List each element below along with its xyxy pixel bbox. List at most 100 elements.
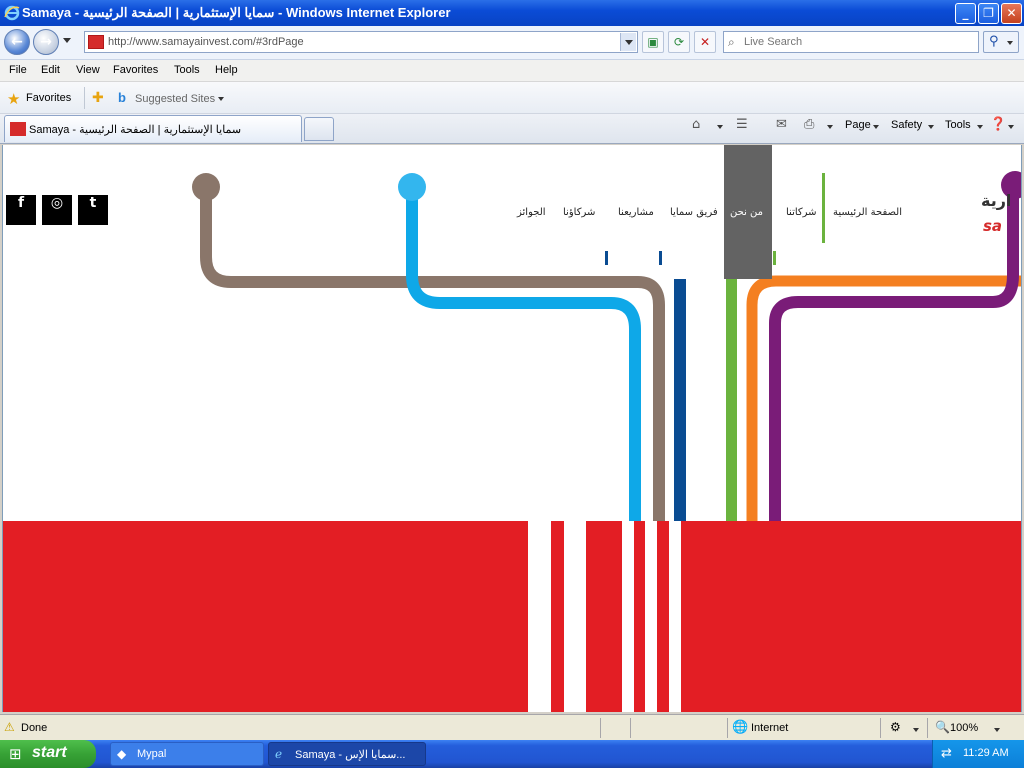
minimize-button[interactable]: _ (955, 3, 976, 24)
white-stripe (572, 521, 586, 712)
favorites-button[interactable]: Favorites (26, 92, 71, 104)
tools-dropdown-icon[interactable] (977, 125, 983, 129)
brown-line (200, 187, 665, 521)
taskbar-item-samaya[interactable]: ℯ Samaya - سمايا الإس... (268, 742, 426, 766)
white-stripe (669, 521, 681, 712)
forward-arrow-icon: → (40, 34, 52, 50)
favorites-star-icon[interactable]: ★ (7, 90, 20, 108)
security-zone[interactable]: Internet (751, 722, 788, 734)
print-icon[interactable]: ⎙ (804, 117, 814, 132)
twitter-icon[interactable]: t (78, 195, 108, 225)
status-divider (600, 718, 601, 738)
help-icon[interactable]: ❓ (990, 117, 1006, 132)
tools-menu-button[interactable]: Tools (945, 119, 971, 131)
protected-mode-dropdown-icon[interactable] (913, 728, 919, 732)
nav-about-us[interactable]: من نحن (730, 207, 763, 218)
taskbar-item-mypal[interactable]: ◆ Mypal (110, 742, 264, 766)
dark-blue-tick (605, 251, 608, 265)
zoom-level[interactable]: 100% (950, 722, 978, 734)
light-blue-line-station (398, 173, 426, 201)
green-tick (773, 251, 776, 265)
stop-button[interactable]: ✕ (694, 31, 716, 53)
white-stripe (528, 521, 541, 712)
internet-zone-icon: 🌐 (732, 720, 749, 735)
nav-our-companies[interactable]: شركاتنا (786, 207, 817, 218)
window-title: Samaya - سمايا الإستثمارية | الصفحة الرئ… (22, 5, 451, 20)
menu-tools[interactable]: Tools (174, 64, 200, 76)
start-label: start (32, 744, 67, 761)
menu-view[interactable]: View (76, 64, 100, 76)
page-dropdown-icon[interactable] (873, 125, 879, 129)
back-arrow-icon: ← (11, 34, 23, 50)
network-icon[interactable]: ⇄ (941, 746, 952, 761)
stop-icon: ✕ (699, 35, 711, 49)
print-dropdown-icon[interactable] (827, 125, 833, 129)
facebook-icon[interactable]: f (6, 195, 36, 225)
dark-blue-line (674, 279, 686, 521)
start-button[interactable]: ⊞ start (0, 740, 96, 768)
add-to-favorites-icon[interactable]: ✚ (92, 90, 104, 106)
white-stripe (645, 521, 657, 712)
menu-bar: File Edit View Favorites Tools Help (0, 60, 1024, 82)
taskbar-item-label: Mypal (137, 748, 167, 760)
nav-home[interactable]: الصفحة الرئيسية (833, 207, 902, 218)
dark-blue-tick (659, 251, 662, 265)
compatibility-view-button[interactable]: ▣ (642, 31, 664, 53)
search-options-dropdown-icon[interactable] (1007, 41, 1013, 45)
bing-icon: b (118, 90, 126, 105)
address-field[interactable]: http://www.samayainvest.com/#3rdPage (84, 31, 638, 53)
red-band (3, 521, 1021, 712)
zoom-icon[interactable]: 🔍 (935, 720, 950, 734)
restore-button[interactable]: ❐ (978, 3, 999, 24)
suggested-sites-button[interactable]: Suggested Sites (135, 93, 215, 105)
samaya-logo-latin[interactable]: sa (983, 217, 1002, 235)
address-toolbar: ← → http://www.samayainvest.com/#3rdPage… (0, 26, 1024, 60)
home-icon[interactable]: ⌂ (692, 117, 700, 132)
samaya-logo-arabic[interactable]: ارية (981, 191, 1011, 210)
purple-line (769, 189, 1019, 521)
help-dropdown-icon[interactable] (1008, 125, 1014, 129)
refresh-button[interactable]: ⟳ (668, 31, 690, 53)
nav-active-highlight[interactable]: من نحن (724, 145, 772, 279)
search-button[interactable]: ⚲ (983, 31, 1019, 53)
instagram-icon[interactable]: ◎ (42, 195, 72, 225)
nav-our-projects[interactable]: مشاريعنا (618, 207, 654, 218)
tab-favicon-icon (10, 122, 26, 136)
feeds-icon[interactable]: ☰ (736, 117, 748, 132)
home-dropdown-icon[interactable] (717, 125, 723, 129)
status-divider (880, 718, 881, 738)
protected-mode-icon[interactable]: ⚙ (890, 720, 901, 734)
suggested-sites-dropdown-icon[interactable] (218, 97, 224, 101)
status-bar: ⚠ Done 🌐 Internet ⚙ 🔍 100% (0, 714, 1024, 740)
safety-menu-button[interactable]: Safety (891, 119, 922, 131)
mail-icon[interactable]: ✉ (776, 117, 787, 132)
tab-samaya[interactable]: Samaya - سمايا الإستثمارية | الصفحة الرئ… (4, 115, 302, 142)
history-dropdown-icon[interactable] (63, 38, 71, 43)
warning-icon[interactable]: ⚠ (4, 720, 15, 734)
nav-awards[interactable]: الجوائز (517, 207, 546, 218)
page-menu-button[interactable]: Page (845, 119, 871, 131)
clock[interactable]: 11:29 AM (963, 747, 1009, 759)
menu-file[interactable]: File (9, 64, 27, 76)
address-url[interactable]: http://www.samayainvest.com/#3rdPage (108, 36, 304, 48)
safety-dropdown-icon[interactable] (928, 125, 934, 129)
forward-button[interactable]: → (33, 29, 59, 55)
menu-edit[interactable]: Edit (41, 64, 60, 76)
search-input[interactable] (744, 34, 974, 50)
close-button[interactable]: ✕ (1001, 3, 1022, 24)
white-stripe (622, 521, 634, 712)
green-nav-marker (822, 173, 825, 243)
address-dropdown-icon[interactable] (620, 33, 636, 51)
menu-help[interactable]: Help (215, 64, 238, 76)
search-box[interactable]: ⌕ (723, 31, 979, 53)
zoom-dropdown-icon[interactable] (994, 728, 1000, 732)
nav-samaya-team[interactable]: فريق سمايا (670, 207, 718, 218)
nav-our-partners[interactable]: شركاؤنا (563, 207, 595, 218)
refresh-icon: ⟳ (673, 35, 685, 49)
new-tab-button[interactable] (304, 117, 334, 141)
back-button[interactable]: ← (4, 29, 30, 55)
light-blue-line (406, 187, 641, 521)
status-text: Done (21, 722, 48, 734)
metro-lines-graphic (3, 171, 1021, 712)
menu-favorites[interactable]: Favorites (113, 64, 158, 76)
